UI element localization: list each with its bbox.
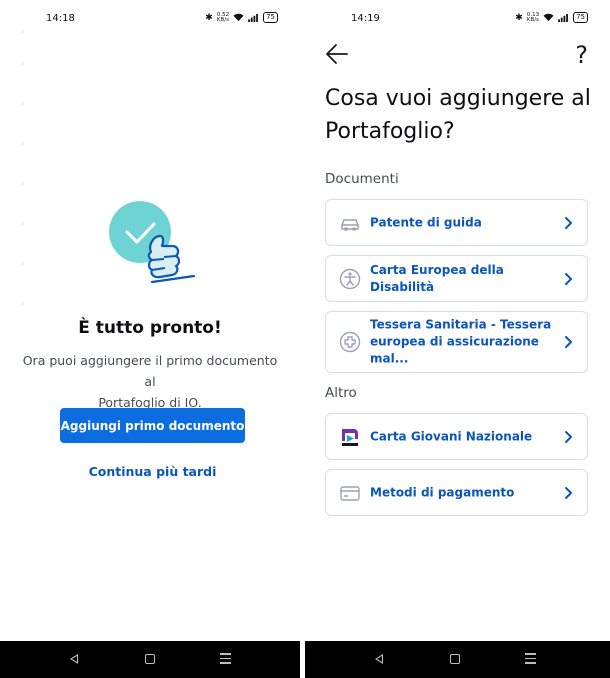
wallet-item-label: Carta Europea della Disabilità bbox=[370, 262, 504, 294]
wallet-item-disability-card[interactable]: Carta Europea della Disabilità bbox=[325, 255, 588, 302]
wallet-item-label: Metodi di pagamento bbox=[370, 485, 515, 499]
nav-recents-icon[interactable] bbox=[220, 653, 231, 667]
cgn-logo-icon bbox=[342, 428, 358, 446]
chevron-right-icon bbox=[565, 336, 572, 348]
wifi-icon bbox=[543, 13, 554, 22]
chevron-right-icon bbox=[565, 272, 572, 285]
credit-card-icon bbox=[340, 485, 360, 501]
chevron-right-icon bbox=[565, 430, 572, 443]
wallet-item-driving-license[interactable]: Patente di guida bbox=[325, 199, 588, 246]
help-icon[interactable]: ? bbox=[575, 41, 588, 69]
car-icon bbox=[341, 218, 359, 231]
system-nav-bar bbox=[0, 641, 300, 678]
add-first-document-button[interactable]: Aggiungi primo documento bbox=[60, 408, 245, 443]
section-other-header: Altro bbox=[325, 385, 357, 401]
wallet-item-youth-card[interactable]: Carta Giovani Nazionale bbox=[325, 413, 588, 460]
nav-back-icon[interactable] bbox=[375, 654, 383, 664]
nav-back-icon[interactable] bbox=[70, 654, 78, 664]
bluetooth-icon: ✱ bbox=[205, 12, 213, 23]
battery-indicator: 75 bbox=[573, 12, 588, 23]
signal-icon bbox=[248, 13, 259, 22]
system-nav-bar bbox=[305, 641, 610, 678]
nav-home-icon[interactable] bbox=[450, 654, 460, 664]
add-to-wallet-screen: 14:19 ✱ 0.13 KB/s 75 ? Cosa vuoi aggiung… bbox=[305, 0, 610, 678]
status-bar: 14:18 ✱ 0.52 KB/s 75 bbox=[0, 0, 300, 38]
continue-later-link[interactable]: Continua più tardi bbox=[0, 464, 305, 479]
wallet-item-label: Carta Giovani Nazionale bbox=[370, 429, 533, 443]
bluetooth-icon: ✱ bbox=[515, 12, 523, 23]
page-title: Cosa vuoi aggiungere al Portafoglio? bbox=[325, 86, 591, 144]
wallet-item-health-card[interactable]: Tessera Sanitaria - Tessera europea di a… bbox=[325, 311, 588, 373]
wallet-item-label: Patente di guida bbox=[370, 215, 482, 229]
back-arrow-icon[interactable] bbox=[325, 43, 349, 65]
status-icons: ✱ 0.52 KB/s 75 bbox=[205, 12, 278, 23]
description: Ora puoi aggiungere il primo documento a… bbox=[20, 350, 280, 413]
health-card-icon bbox=[339, 331, 361, 353]
description-line-1: Ora puoi aggiungere il primo documento a… bbox=[22, 353, 278, 389]
chevron-right-icon bbox=[565, 216, 572, 229]
status-icons: ✱ 0.13 KB/s 75 bbox=[515, 12, 588, 23]
wallet-item-label: Tessera Sanitaria - Tessera europea di a… bbox=[370, 317, 552, 366]
accessibility-icon bbox=[339, 268, 361, 289]
page-title: È tutto pronto! bbox=[78, 318, 222, 338]
battery-indicator: 75 bbox=[263, 12, 278, 23]
nav-recents-icon[interactable] bbox=[525, 653, 536, 667]
wifi-icon bbox=[233, 13, 244, 22]
thumbs-up-check-illustration bbox=[109, 201, 196, 284]
wallet-item-payment-methods[interactable]: Metodi di pagamento bbox=[325, 469, 588, 516]
network-speed: 0.52 KB/s bbox=[216, 11, 230, 23]
status-time: 14:18 bbox=[46, 13, 75, 24]
chevron-right-icon bbox=[565, 486, 572, 499]
success-screen: 14:18 ✱ 0.52 KB/s 75 È tutto pronto! Ora… bbox=[0, 0, 300, 678]
status-time: 14:19 bbox=[351, 13, 380, 24]
section-documents-header: Documenti bbox=[325, 171, 399, 187]
network-speed: 0.13 KB/s bbox=[526, 11, 540, 23]
status-bar: 14:19 ✱ 0.13 KB/s 75 bbox=[305, 0, 610, 38]
signal-icon bbox=[558, 13, 569, 22]
nav-home-icon[interactable] bbox=[145, 654, 155, 664]
